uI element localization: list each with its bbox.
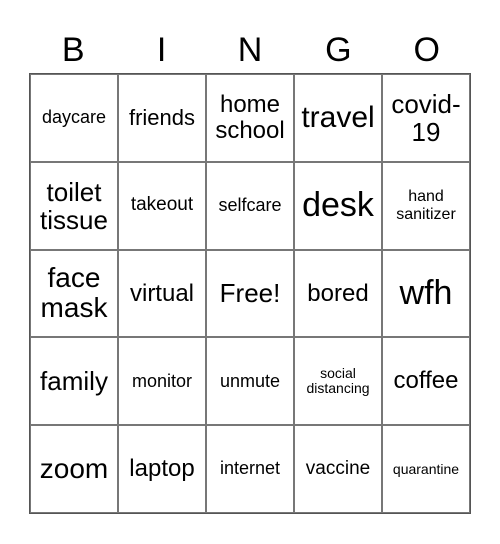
bingo-cell[interactable]: selfcare bbox=[206, 161, 294, 250]
header-letter-i: I bbox=[156, 31, 167, 69]
bingo-cell[interactable]: wfh bbox=[382, 249, 470, 338]
bingo-cell[interactable]: toilet tissue bbox=[30, 161, 118, 250]
bingo-cell[interactable]: daycare bbox=[30, 74, 118, 162]
bingo-cell[interactable]: friends bbox=[118, 74, 206, 162]
bingo-cell[interactable]: monitor bbox=[118, 337, 206, 426]
bingo-cell[interactable]: laptop bbox=[118, 425, 206, 513]
header-letter-b: B bbox=[61, 31, 85, 69]
bingo-cell[interactable]: social distancing bbox=[294, 337, 382, 426]
bingo-cell[interactable]: vaccine bbox=[294, 425, 382, 513]
bingo-cell[interactable]: unmute bbox=[206, 337, 294, 426]
bingo-header: B I N G O bbox=[29, 26, 471, 74]
bingo-cell[interactable]: internet bbox=[206, 425, 294, 513]
bingo-cell[interactable]: face mask bbox=[30, 249, 118, 338]
bingo-grid: daycare friends home school travel covid… bbox=[29, 73, 471, 514]
bingo-cell[interactable]: coffee bbox=[382, 337, 470, 426]
bingo-cell[interactable]: zoom bbox=[30, 425, 118, 513]
bingo-cell[interactable]: home school bbox=[206, 74, 294, 162]
bingo-cell[interactable]: family bbox=[30, 337, 118, 426]
bingo-cell[interactable]: desk bbox=[294, 161, 382, 250]
header-letter-g: G bbox=[325, 31, 352, 69]
bingo-cell[interactable]: travel bbox=[294, 74, 382, 162]
bingo-cell[interactable]: takeout bbox=[118, 161, 206, 250]
header-letter-n: N bbox=[237, 31, 263, 69]
bingo-cell[interactable]: covid-19 bbox=[382, 74, 470, 162]
header-letter-o: O bbox=[413, 31, 440, 69]
bingo-cell[interactable]: quarantine bbox=[382, 425, 470, 513]
bingo-cell[interactable]: hand sanitizer bbox=[382, 161, 470, 250]
bingo-cell[interactable]: bored bbox=[294, 249, 382, 338]
bingo-cell[interactable]: virtual bbox=[118, 249, 206, 338]
free-space-cell[interactable]: Free! bbox=[206, 249, 294, 338]
